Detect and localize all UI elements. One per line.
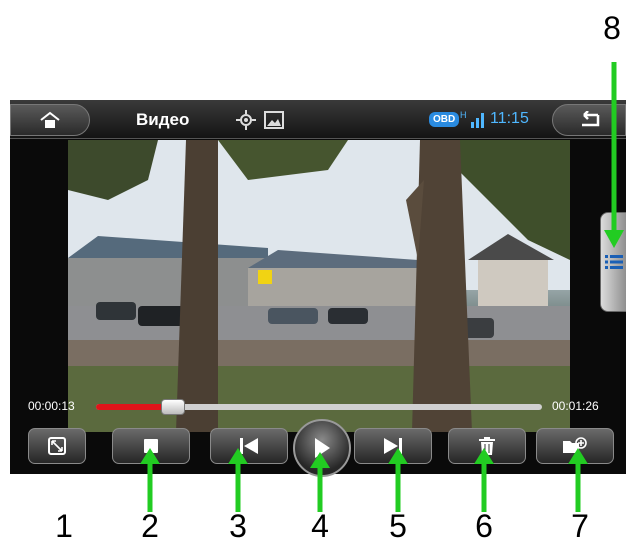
callout-label-6: 6 xyxy=(475,508,493,544)
callout-label-3: 3 xyxy=(229,508,247,544)
video-frame[interactable] xyxy=(68,140,570,432)
list-icon xyxy=(605,255,623,269)
callout-label-5: 5 xyxy=(389,508,407,544)
clock: 11:15 xyxy=(490,110,529,127)
device-screen: Видео OBD H 11:15 00:00:13 00:01:26 xyxy=(10,100,626,477)
arrow-5 xyxy=(388,448,408,512)
fullscreen-button[interactable] xyxy=(28,428,86,464)
callout-label-2: 2 xyxy=(141,508,159,544)
image-icon xyxy=(264,111,284,129)
home-button[interactable] xyxy=(10,104,90,136)
obd-badge: OBD xyxy=(429,112,460,127)
callout-label-8: 8 xyxy=(603,10,621,46)
previous-button[interactable] xyxy=(210,428,288,464)
arrow-8 xyxy=(604,62,624,248)
status-bar: Видео OBD H 11:15 xyxy=(10,100,626,139)
progress-thumb[interactable] xyxy=(161,399,185,415)
signal-indicator: H xyxy=(460,110,485,133)
callout-label-7: 7 xyxy=(571,508,589,544)
total-duration: 00:01:26 xyxy=(552,399,599,413)
home-icon xyxy=(40,111,60,128)
callout-label-4: 4 xyxy=(311,508,329,544)
arrow-3 xyxy=(228,448,248,512)
timeline: 00:00:13 00:01:26 xyxy=(10,390,600,424)
arrow-2 xyxy=(140,448,160,512)
arrow-6 xyxy=(474,448,494,512)
signal-type: H xyxy=(460,110,467,120)
callout-label-1: 1 xyxy=(55,508,73,544)
back-icon xyxy=(582,111,600,127)
video-scene xyxy=(68,140,570,432)
gps-icon xyxy=(236,110,256,130)
page-title: Видео xyxy=(136,110,190,129)
elapsed-time: 00:00:13 xyxy=(28,399,75,413)
progress-track[interactable] xyxy=(96,399,542,415)
arrow-4 xyxy=(310,452,330,512)
arrow-7 xyxy=(568,448,588,512)
fullscreen-icon xyxy=(48,437,66,455)
signal-icon xyxy=(470,113,484,128)
